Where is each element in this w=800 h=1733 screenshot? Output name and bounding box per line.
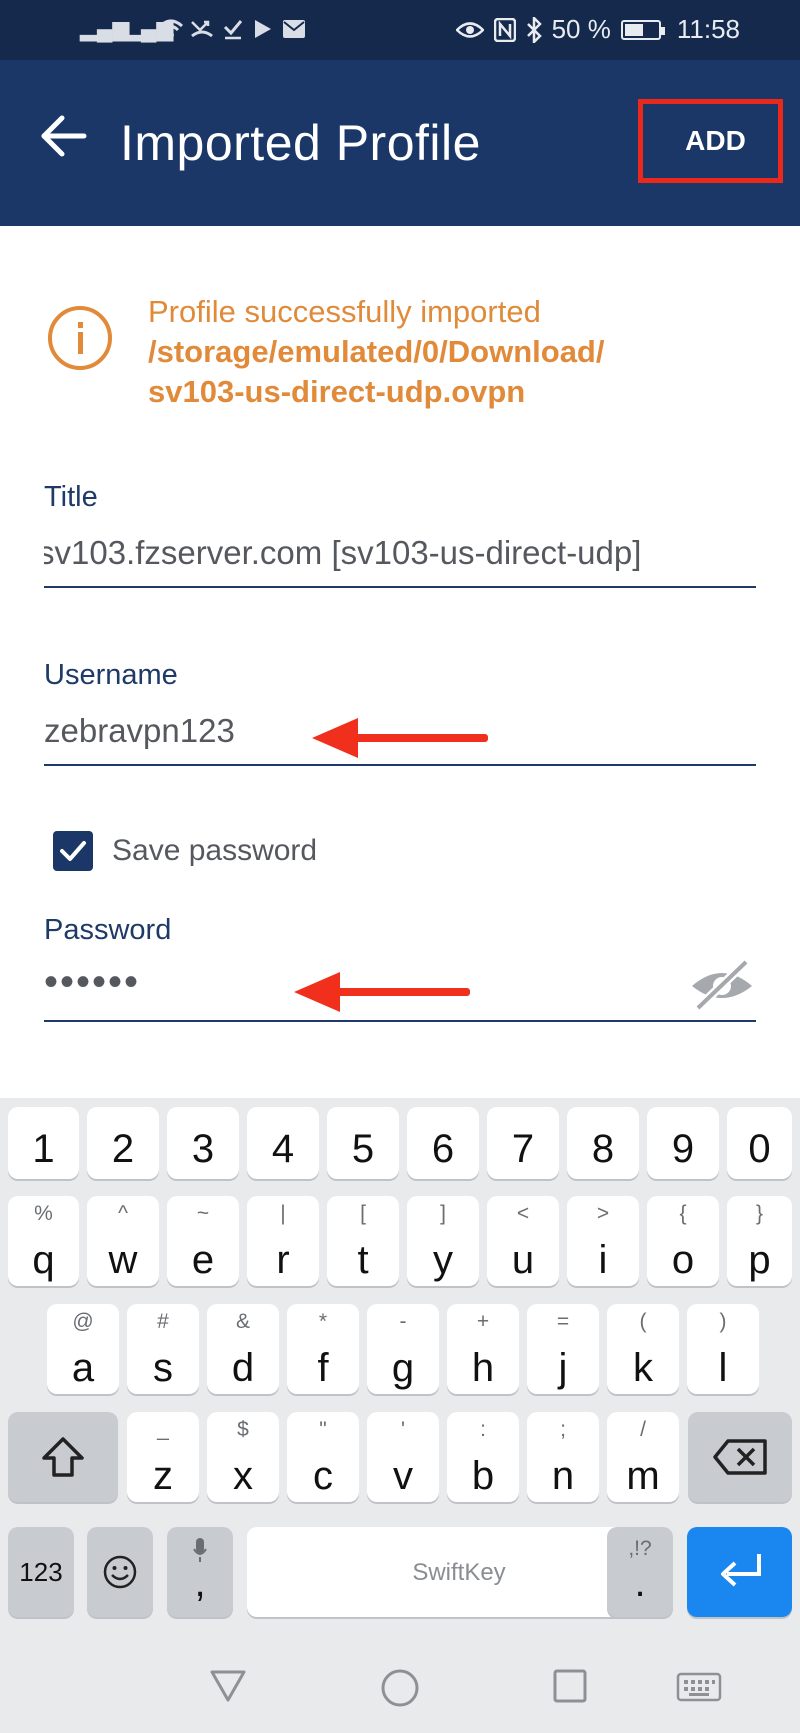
- nfc-icon: [493, 17, 516, 42]
- key-7[interactable]: 7: [487, 1107, 559, 1179]
- key-f[interactable]: * f: [287, 1304, 359, 1394]
- password-label: Password: [44, 914, 172, 946]
- triangle-back-icon[interactable]: [208, 1668, 248, 1704]
- key-k[interactable]: (k: [607, 1304, 679, 1394]
- key-u[interactable]: < u: [487, 1196, 559, 1286]
- wifi-icon: [158, 19, 184, 38]
- key-0[interactable]: 0: [727, 1107, 792, 1179]
- keyboard-icon[interactable]: [676, 1672, 722, 1702]
- keyboard: 1 2 3 4 5 6 7 8 9 0 % q ^ w ~ e | r [t ] y < u…: [0, 1098, 800, 1638]
- app-bar: Imported Profile ADD: [0, 60, 800, 226]
- add-button[interactable]: ADD: [638, 99, 783, 183]
- key-5[interactable]: 5: [327, 1107, 399, 1179]
- key-x[interactable]: $ x: [207, 1412, 279, 1502]
- key-w[interactable]: ^ w: [87, 1196, 159, 1286]
- import-path-line: /storage/emulated/0/Download/: [148, 334, 605, 369]
- save-password-checkbox[interactable]: [53, 831, 93, 871]
- key-v[interactable]: ' v: [367, 1412, 439, 1502]
- key-c[interactable]: " c: [287, 1412, 359, 1502]
- play-store-icon: [255, 20, 271, 38]
- arrow-left-icon[interactable]: [38, 110, 90, 162]
- mail-icon: [283, 20, 305, 38]
- import-path-line: sv103-us-direct-udp.ovpn: [148, 374, 526, 409]
- check-notification-icon: [223, 20, 243, 40]
- page-title: Imported Profile: [120, 115, 481, 171]
- clock: 11:58: [676, 14, 740, 44]
- comma-key[interactable]: ,: [167, 1527, 233, 1617]
- key-d[interactable]: & d: [207, 1304, 279, 1394]
- title-value: sv103.fzserver.com [sv103-us-direct-udp]: [44, 534, 642, 571]
- key-j[interactable]: = j: [527, 1304, 599, 1394]
- password-value: ••••••: [44, 960, 141, 1004]
- title-label: Title: [44, 481, 98, 513]
- mic-icon: [193, 1538, 207, 1562]
- key-z[interactable]: _ z: [127, 1412, 199, 1502]
- eye-comfort-icon: [455, 21, 484, 38]
- annotation-arrow: [312, 718, 488, 758]
- shift-icon: [42, 1437, 84, 1477]
- missed-call-icon: [191, 20, 213, 38]
- bluetooth-icon: [526, 16, 542, 43]
- key-1[interactable]: 1: [8, 1107, 79, 1179]
- username-value: zebravpn123: [44, 712, 235, 749]
- backspace-icon: [713, 1439, 767, 1475]
- key-b[interactable]: :b: [447, 1412, 519, 1502]
- period-key[interactable]: ,!? .: [607, 1527, 673, 1617]
- annotation-arrow: [294, 972, 470, 1012]
- checkmark-icon: [60, 841, 86, 861]
- circle-home-icon[interactable]: [380, 1668, 420, 1708]
- enter-icon: [721, 1554, 761, 1587]
- key-l[interactable]: ) l: [687, 1304, 759, 1394]
- key-p[interactable]: } p: [727, 1196, 792, 1286]
- import-file-path: /storage/emulated/0/Download/ sv103-us-d…: [148, 332, 768, 412]
- save-password-label[interactable]: Save password: [112, 834, 317, 868]
- key-8[interactable]: 8: [567, 1107, 639, 1179]
- emoji-key[interactable]: [87, 1527, 153, 1617]
- key-g[interactable]: -g: [367, 1304, 439, 1394]
- battery-icon: [620, 19, 665, 40]
- symbols-key[interactable]: 123: [8, 1527, 74, 1617]
- key-6[interactable]: 6: [407, 1107, 479, 1179]
- key-i[interactable]: > i: [567, 1196, 639, 1286]
- eye-off-icon[interactable]: [688, 958, 756, 1010]
- battery-percentage: 50 %: [551, 14, 611, 44]
- key-o[interactable]: {o: [647, 1196, 719, 1286]
- key-3[interactable]: 3: [167, 1107, 239, 1179]
- key-q[interactable]: % q: [8, 1196, 79, 1286]
- key-2[interactable]: 2: [87, 1107, 159, 1179]
- key-a[interactable]: @ a: [47, 1304, 119, 1394]
- info-circle-icon: [48, 306, 112, 370]
- key-n[interactable]: ; n: [527, 1412, 599, 1502]
- key-4[interactable]: 4: [247, 1107, 319, 1179]
- import-success-message: Profile successfully imported: [148, 294, 541, 329]
- key-m[interactable]: / m: [607, 1412, 679, 1502]
- status-bar: ▂▄▆ ▂▄▆ 50 % 11:58: [0, 0, 800, 60]
- status-right-group: 50 % 11:58: [455, 14, 740, 45]
- square-recents-icon[interactable]: [552, 1668, 588, 1704]
- username-label: Username: [44, 659, 178, 691]
- key-y[interactable]: ] y: [407, 1196, 479, 1286]
- enter-key[interactable]: [687, 1527, 792, 1617]
- key-t[interactable]: [t: [327, 1196, 399, 1286]
- emoji-icon: [103, 1555, 137, 1589]
- key-r[interactable]: | r: [247, 1196, 319, 1286]
- key-h[interactable]: + h: [447, 1304, 519, 1394]
- navigation-bar: [0, 1638, 800, 1733]
- key-s[interactable]: # s: [127, 1304, 199, 1394]
- backspace-key[interactable]: [688, 1412, 792, 1502]
- shift-key[interactable]: [8, 1412, 118, 1502]
- signal-icon: ▂▄▆: [80, 16, 130, 41]
- title-field[interactable]: sv103.fzserver.com [sv103-us-direct-udp]: [44, 530, 756, 588]
- key-9[interactable]: 9: [647, 1107, 719, 1179]
- key-e[interactable]: ~ e: [167, 1196, 239, 1286]
